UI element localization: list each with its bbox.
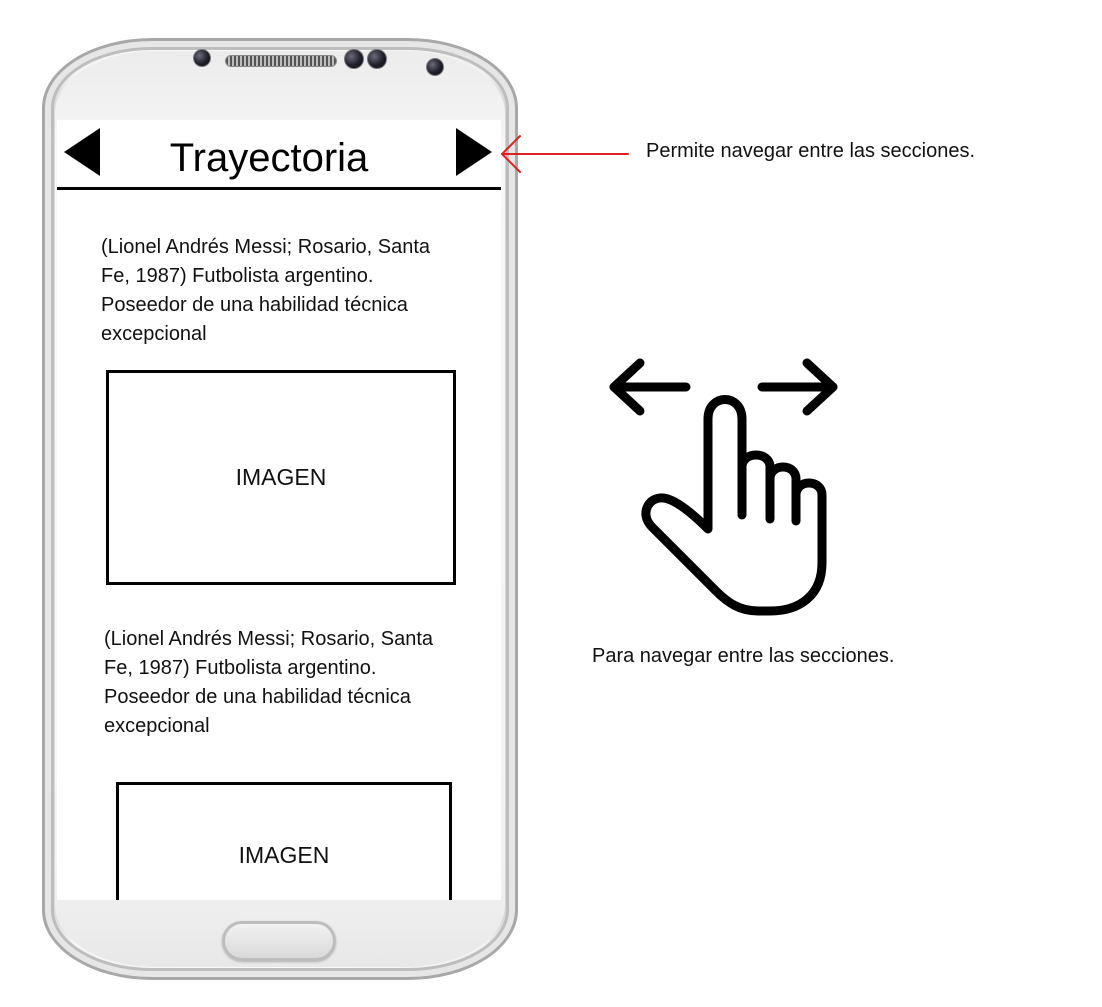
screen-title: Trayectoria <box>169 136 369 180</box>
image-placeholder-label: IMAGEN <box>235 464 327 490</box>
secondary-camera <box>426 58 444 76</box>
earpiece-speaker <box>225 55 337 67</box>
phone-screen: Trayectoria (Lionel Andrés Messi; Rosari… <box>57 120 501 900</box>
light-sensor <box>367 49 387 69</box>
proximity-sensor <box>193 49 211 67</box>
triangle-left-icon[interactable] <box>64 128 100 176</box>
image-placeholder: IMAGEN <box>116 782 452 900</box>
image-placeholder: IMAGEN <box>106 370 456 585</box>
nav-arrows-annotation: Permite navegar entre las secciones. <box>646 140 976 162</box>
image-placeholder-label: IMAGEN <box>238 842 330 868</box>
section-text: (Lionel Andrés Messi; Rosario, Santa Fe,… <box>104 628 434 737</box>
arrow-left-icon <box>500 135 629 173</box>
home-button[interactable] <box>222 921 336 961</box>
triangle-right-icon[interactable] <box>456 128 492 176</box>
screen-header: Trayectoria <box>57 120 501 190</box>
section-text: (Lionel Andrés Messi; Rosario, Santa Fe,… <box>101 236 431 345</box>
front-camera <box>344 49 364 69</box>
swipe-annotation: Para navegar entre las secciones. <box>592 645 895 667</box>
swipe-hand-icon <box>609 358 838 616</box>
